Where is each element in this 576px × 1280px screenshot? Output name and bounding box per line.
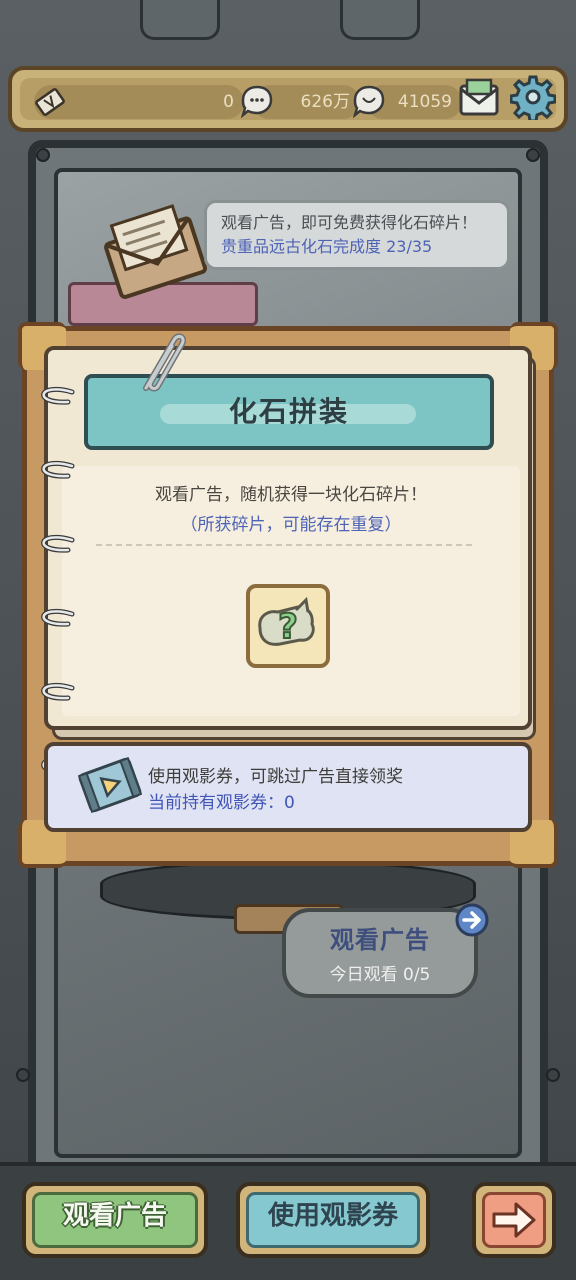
paperclip-icon bbox=[143, 333, 186, 392]
svg-text:?: ? bbox=[278, 607, 298, 647]
fossil-progress-text: 贵重品远古化石完成度 23/35 bbox=[221, 237, 433, 256]
next-button[interactable] bbox=[472, 1182, 556, 1258]
bolt-decoration bbox=[526, 148, 540, 162]
daily-watch-count: 今日观看 0/5 bbox=[329, 965, 431, 985]
coin-bubble-icon bbox=[240, 85, 273, 118]
ticket-icon bbox=[35, 88, 65, 116]
background-pipe bbox=[340, 0, 420, 40]
watch-ad-title[interactable]: 观看广告 bbox=[282, 920, 478, 955]
dialog-duplicate-note: （所获碎片，可能存在重复） bbox=[180, 515, 402, 535]
bolt-decoration bbox=[546, 1068, 560, 1082]
notebook-rings bbox=[41, 386, 75, 775]
gear-icon[interactable] bbox=[510, 74, 556, 120]
use-coupon-button-label: 使用观影券 bbox=[267, 1201, 398, 1231]
mystery-fossil-icon: ? bbox=[258, 596, 315, 648]
bolt-decoration bbox=[36, 148, 50, 162]
mail-icon[interactable] bbox=[456, 76, 502, 122]
coupon-count: 当前持有观影券：0 bbox=[148, 793, 295, 813]
bolt-decoration bbox=[16, 1068, 30, 1082]
divider bbox=[96, 544, 472, 546]
use-coupon-button[interactable]: 使用观影券 bbox=[236, 1182, 430, 1258]
arrow-right-icon bbox=[492, 1202, 536, 1238]
hint-text: 观看广告，即可免费获得化石碎片！ bbox=[221, 213, 478, 232]
background-pipe bbox=[140, 0, 220, 40]
watch-ad-button[interactable]: 观看广告 bbox=[22, 1182, 208, 1258]
watch-ad-button-label: 观看广告 bbox=[62, 1201, 167, 1231]
film-ticket-icon bbox=[78, 756, 142, 814]
arrow-right-circle-icon[interactable] bbox=[454, 902, 490, 938]
dialog-description: 观看广告，随机获得一块化石碎片！ bbox=[155, 485, 427, 505]
fossil-reward-slot: ? bbox=[246, 584, 330, 668]
coupon-description: 使用观影券，可跳过广告直接领奖 bbox=[148, 767, 403, 787]
hint-bubble: 观看广告，即可免费获得化石碎片！ 贵重品远古化石完成度 23/35 bbox=[204, 200, 510, 270]
envelope-icon bbox=[104, 204, 208, 299]
gem-bubble-icon bbox=[352, 85, 385, 118]
